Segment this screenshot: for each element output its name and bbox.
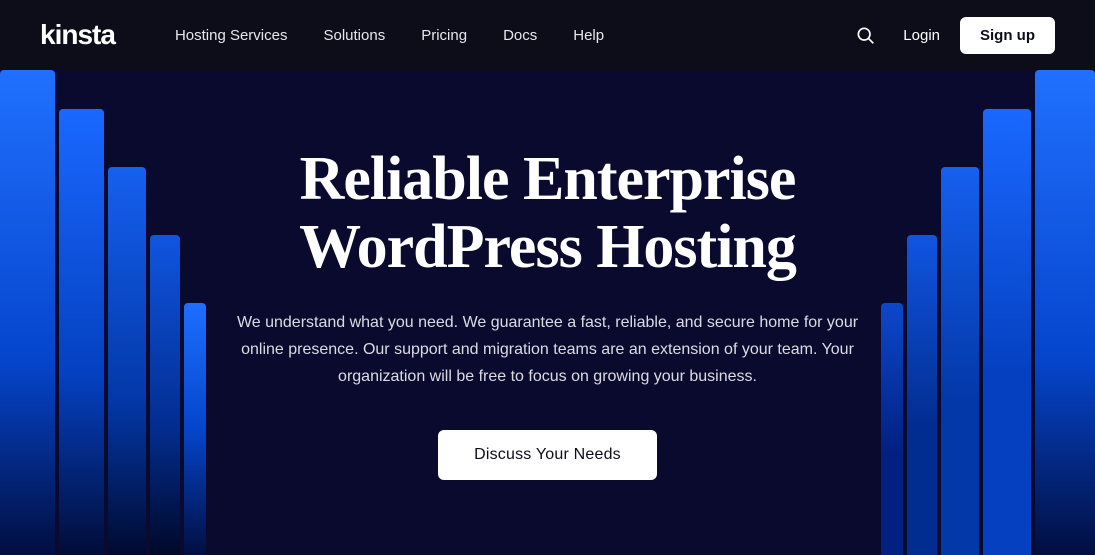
nav-help[interactable]: Help [573,27,604,44]
logo-text: kinsta [40,19,115,50]
hero-title-line1: Reliable Enterprise [300,145,796,213]
logo[interactable]: kinsta [40,19,115,51]
search-icon [855,25,875,45]
hero-section: Reliable Enterprise WordPress Hosting We… [0,70,1095,555]
hero-subtitle: We understand what you need. We guarante… [228,309,868,391]
nav-links: Hosting Services Solutions Pricing Docs … [175,27,847,44]
navbar: kinsta Hosting Services Solutions Pricin… [0,0,1095,70]
nav-docs[interactable]: Docs [503,27,537,44]
nav-right: Login Sign up [847,17,1055,54]
hero-title-line2: WordPress Hosting [299,213,796,281]
search-button[interactable] [847,17,883,53]
right-decoration [881,70,1095,555]
nav-solutions[interactable]: Solutions [323,27,385,44]
signup-button[interactable]: Sign up [960,17,1055,54]
hero-content: Reliable Enterprise WordPress Hosting We… [228,145,868,481]
login-button[interactable]: Login [903,27,940,44]
nav-pricing[interactable]: Pricing [421,27,467,44]
nav-hosting-services[interactable]: Hosting Services [175,27,288,44]
cta-button[interactable]: Discuss Your Needs [438,430,657,480]
left-decoration [0,70,206,555]
hero-title: Reliable Enterprise WordPress Hosting [228,145,868,281]
